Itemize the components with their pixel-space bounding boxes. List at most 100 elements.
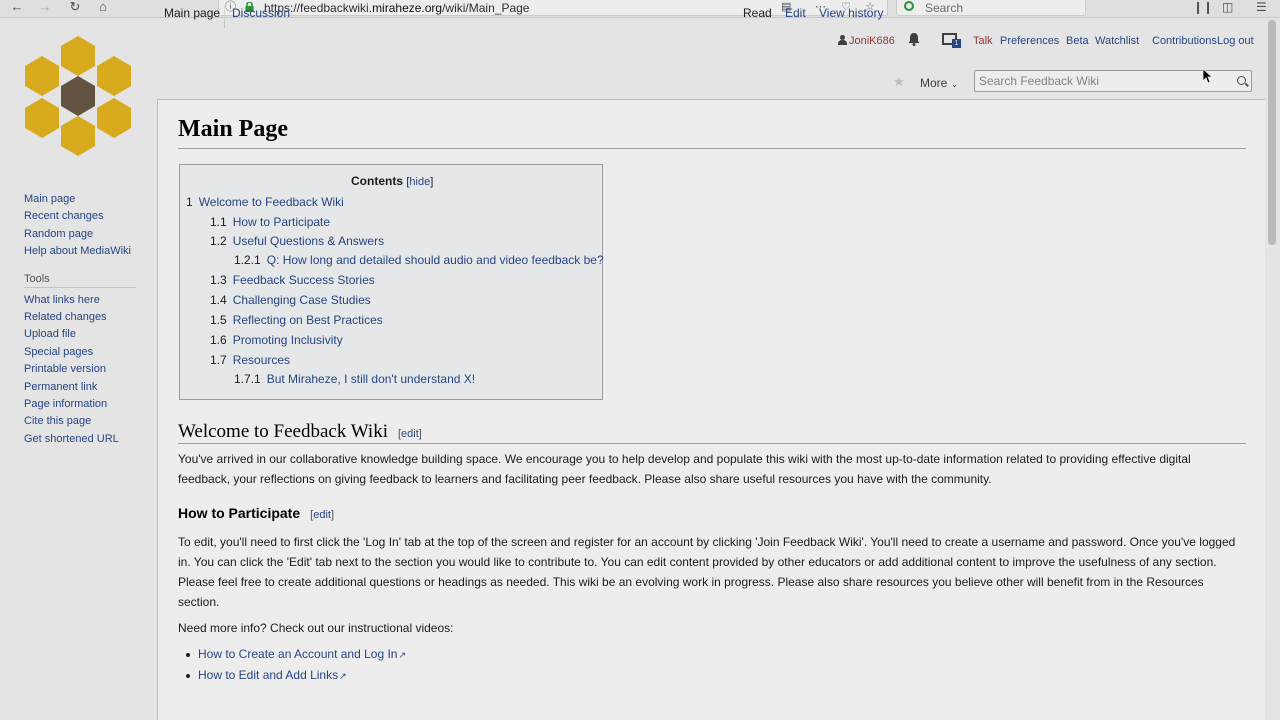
toc-title-text: Contents <box>351 174 403 188</box>
toc-item[interactable]: 1.7 Resources <box>210 353 290 367</box>
sidebar-item-recent-changes[interactable]: Recent changes <box>24 208 154 225</box>
toc-text: Useful Questions & Answers <box>232 234 385 248</box>
tab-read[interactable]: Read <box>743 0 772 28</box>
logo-hex-top <box>61 36 95 76</box>
external-link-icon: ↗ <box>398 650 407 660</box>
sidebar-item-what-links-here[interactable]: What links here <box>24 292 154 309</box>
toc-item[interactable]: 1.2.1 Q: How long and detailed should aud… <box>234 253 604 267</box>
user-link[interactable]: JoniK686 <box>838 35 895 47</box>
logo-hex-top-right <box>97 56 131 96</box>
more-info-text: Need more info? Check out our instructio… <box>178 621 454 635</box>
url-text: https://feedbackwiki.miraheze.org/wiki/M… <box>264 1 529 15</box>
username: JoniK686 <box>849 35 895 47</box>
toc-item[interactable]: 1.6 Promoting Inclusivity <box>210 333 343 347</box>
beta-link[interactable]: Beta <box>1066 35 1089 47</box>
tab-view-history[interactable]: View history <box>819 0 883 28</box>
sidebar-item-cite-this-page[interactable]: Cite this page <box>24 413 154 430</box>
logo-hex-bottom-left <box>25 98 59 138</box>
tab-main-page[interactable]: Main page <box>164 0 220 28</box>
toc-hide-close: ] <box>430 176 434 188</box>
toc-item[interactable]: 1.2 Useful Questions & Answers <box>210 234 384 248</box>
tab-edit[interactable]: Edit <box>785 0 806 28</box>
toc-hide-wrapper: [hide] <box>406 176 433 188</box>
toc-title: Contents [hide] <box>351 174 433 188</box>
edit-close: ] <box>418 428 422 440</box>
library-icon[interactable]: ❙❙ <box>1193 0 1213 14</box>
forward-arrow-icon[interactable]: → <box>36 0 54 16</box>
toc-item[interactable]: 1.4 Challenging Case Studies <box>210 293 371 307</box>
sidebar-item-main-page[interactable]: Main page <box>24 191 154 208</box>
toc-num: 1.3 <box>210 273 227 287</box>
toc-num: 1.2.1 <box>234 253 261 267</box>
logo-hex-top-left <box>25 56 59 96</box>
more-menu[interactable]: More ⌄ <box>920 76 958 90</box>
toc-num: 1.6 <box>210 333 227 347</box>
table-of-contents: Contents [hide] 1 Welcome to Feedback Wik… <box>179 164 604 400</box>
sidebar-item-help[interactable]: Help about MediaWiki <box>24 243 154 260</box>
toc-num: 1.5 <box>210 313 227 327</box>
contributions-link[interactable]: Contributions <box>1152 35 1217 47</box>
participate-edit-link[interactable]: edit <box>313 509 331 521</box>
toc-item[interactable]: 1 Welcome to Feedback Wiki <box>186 195 344 209</box>
tab-separator <box>224 4 225 28</box>
reload-icon[interactable]: ↻ <box>66 0 84 16</box>
log-out-link[interactable]: Log out <box>1217 35 1254 47</box>
tab-discussion[interactable]: Discussion <box>232 0 290 28</box>
sidebar-item-get-shortened-url[interactable]: Get shortened URL <box>24 431 154 448</box>
toc-item[interactable]: 1.1 How to Participate <box>210 215 330 229</box>
toc-text: Feedback Success Stories <box>232 273 375 287</box>
welcome-edit-link[interactable]: edit <box>401 428 419 440</box>
notices-badge: 1 <box>952 39 961 48</box>
toc-text: How to Participate <box>232 215 331 229</box>
url-path: /wiki/Main_Page <box>442 1 530 15</box>
toc-num: 1.7 <box>210 353 227 367</box>
toc-num: 1 <box>186 195 193 209</box>
home-icon[interactable]: ⌂ <box>94 0 112 16</box>
toc-text: Q: How long and detailed should audio an… <box>266 253 604 267</box>
section-edit: [edit] <box>310 509 334 521</box>
participate-paragraph: To edit, you'll need to first click the … <box>178 535 1236 609</box>
toc-item[interactable]: 1.7.1 But Miraheze, I still don't underst… <box>234 372 475 386</box>
talk-link[interactable]: Talk <box>973 35 993 47</box>
watch-star-icon[interactable]: ★ <box>893 74 905 90</box>
sidebar-item-special-pages[interactable]: Special pages <box>24 344 154 361</box>
video-link-edit-links[interactable]: How to Edit and Add Links <box>198 668 338 682</box>
search-icon[interactable] <box>1237 76 1246 85</box>
wiki-logo[interactable] <box>22 36 136 156</box>
participate-heading-text: How to Participate <box>178 505 301 521</box>
video-link-create-account[interactable]: How to Create an Account and Log In <box>198 647 397 661</box>
toc-num: 1.4 <box>210 293 227 307</box>
browser-search-field[interactable]: Search <box>896 0 1086 16</box>
sidebar-item-upload-file[interactable]: Upload file <box>24 326 154 343</box>
search-icon <box>904 1 914 11</box>
welcome-paragraph: You've arrived in our collaborative know… <box>178 452 1191 486</box>
toc-item[interactable]: 1.3 Feedback Success Stories <box>210 273 375 287</box>
sidebar-item-related-changes[interactable]: Related changes <box>24 309 154 326</box>
toc-num: 1.2 <box>210 234 227 248</box>
sidebar-item-printable-version[interactable]: Printable version <box>24 361 154 378</box>
preferences-link[interactable]: Preferences <box>1000 35 1059 47</box>
sidebar-item-page-information[interactable]: Page information <box>24 396 154 413</box>
sidebar-toggle-icon[interactable]: ◫ <box>1222 0 1233 14</box>
menu-icon[interactable]: ☰ <box>1256 0 1267 14</box>
toc-text: Resources <box>232 353 291 367</box>
welcome-heading-text: Welcome to Feedback Wiki <box>178 421 388 442</box>
user-icon <box>838 35 847 45</box>
wiki-search-placeholder: Search Feedback Wiki <box>979 74 1100 88</box>
watchlist-link[interactable]: Watchlist <box>1095 35 1139 47</box>
browser-search-placeholder: Search <box>925 1 964 15</box>
toc-hide-link[interactable]: hide <box>409 176 430 188</box>
bell-icon[interactable] <box>908 33 920 46</box>
sidebar: Main page Recent changes Random page Hel… <box>24 191 154 448</box>
welcome-heading: Welcome to Feedback Wiki [edit] <box>178 421 422 443</box>
sidebar-item-permanent-link[interactable]: Permanent link <box>24 379 154 396</box>
back-arrow-icon[interactable]: ← <box>8 0 26 16</box>
participate-heading: How to Participate [edit] <box>178 505 334 521</box>
toc-item[interactable]: 1.5 Reflecting on Best Practices <box>210 313 383 327</box>
sidebar-item-random-page[interactable]: Random page <box>24 226 154 243</box>
notices-icon[interactable]: 1 <box>942 33 962 49</box>
toc-num: 1.7.1 <box>234 372 261 386</box>
url-host: miraheze.org <box>372 1 443 15</box>
title-divider <box>178 148 1246 149</box>
scrollbar-thumb[interactable] <box>1268 20 1276 245</box>
